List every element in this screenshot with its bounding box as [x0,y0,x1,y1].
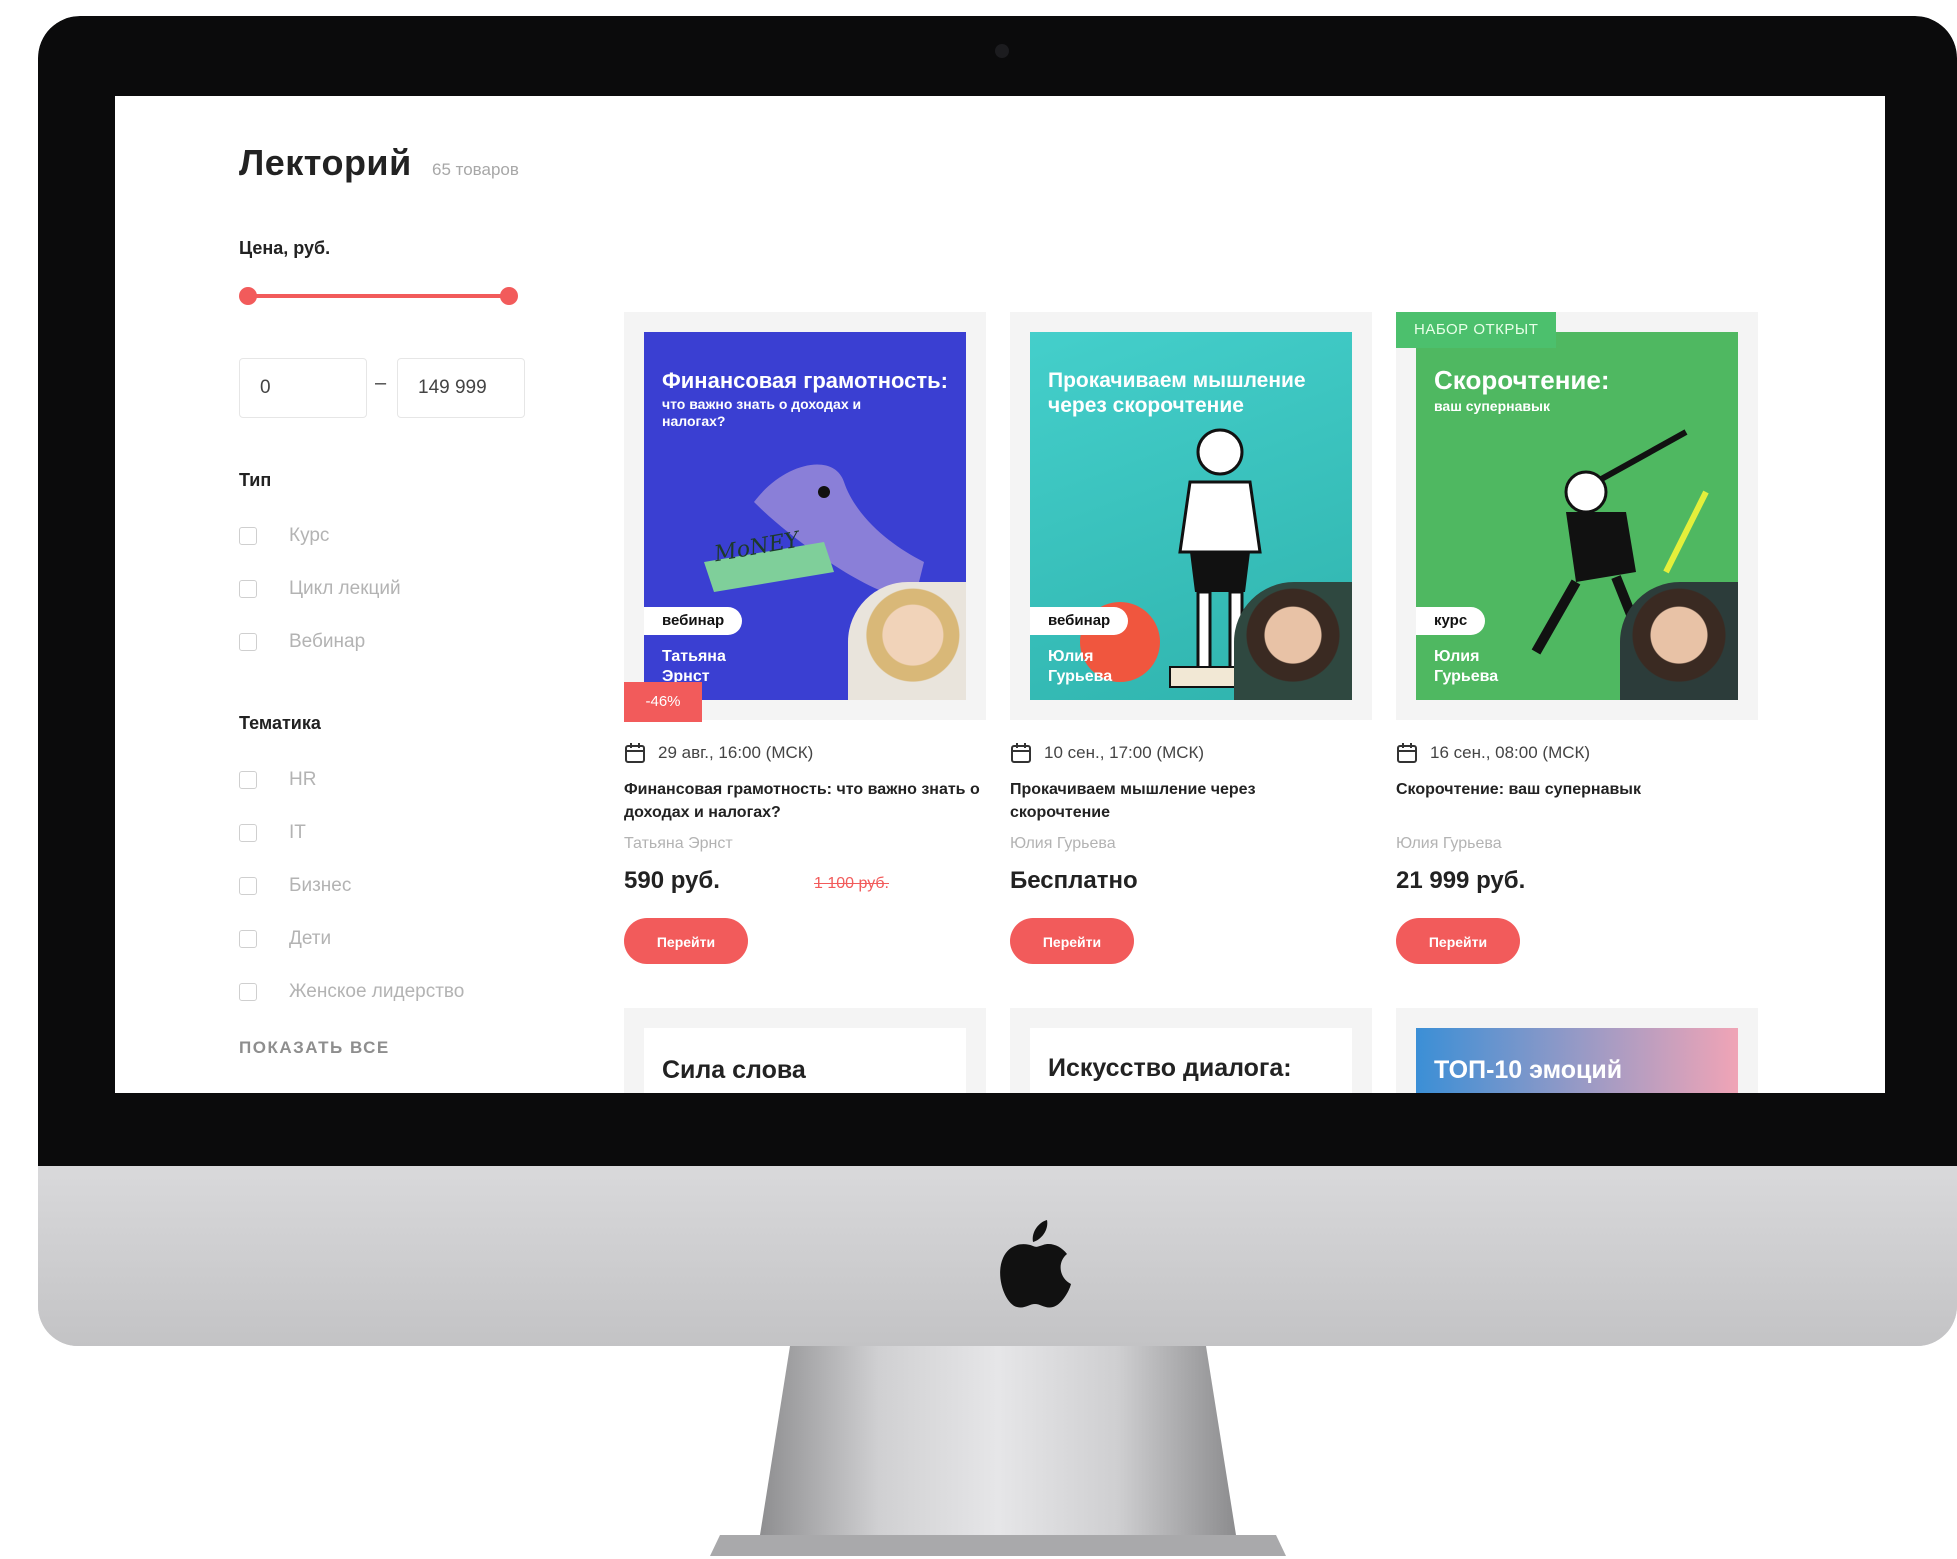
date-text: 16 сен., 08:00 (МСК) [1430,743,1591,762]
author-portrait [848,582,966,700]
checkbox[interactable] [239,580,257,598]
type-filter-heading: Тип [239,470,272,490]
card-cover-image[interactable]: Прокачиваем мышление через скорочтение в… [1030,332,1352,700]
calendar-icon [1397,743,1417,763]
old-price: 1 100 руб. [814,875,889,892]
apple-logo-icon [1000,1220,1071,1308]
card-cover-image[interactable]: Финансовая грамотность: что важно знать … [644,332,966,700]
product-card-peek[interactable]: ТОП-10 эмоций [1396,1008,1758,1093]
date-text: 10 сен., 17:00 (МСК) [1044,743,1205,762]
checkbox[interactable] [239,983,257,1001]
cover-title: Искусство диалога: [1048,1054,1292,1082]
enrollment-open-ribbon: НАБОР ОТКРЫТ [1396,312,1557,348]
course-author: Татьяна Эрнст [624,835,733,852]
course-author: Юлия Гурьева [1010,835,1116,852]
format-pill: вебинар [644,607,743,635]
topic-option-hr[interactable]: HR [239,766,316,794]
cover-subtitle: что важно знать о доходах и налогах? [662,396,862,429]
course-price: 21 999 руб. [1396,867,1526,894]
calendar-icon [1011,743,1031,763]
topic-option-women-leadership[interactable]: Женское лидерство [239,978,464,1006]
price-max-input[interactable]: 149 999 [397,358,525,418]
cover-title: Финансовая грамотность: [662,368,948,393]
option-label: Бизнес [289,875,352,896]
topic-option-it[interactable]: IT [239,819,306,847]
cover-title: Сила слова [662,1056,806,1084]
page-title: Лекторий [239,142,412,183]
event-date: 16 сен., 08:00 (МСК) [1396,742,1590,764]
price-slider-min-handle[interactable] [239,287,257,305]
date-text: 29 авг., 16:00 (МСК) [658,743,814,762]
product-count: 65 товаров [432,160,519,179]
course-price: 590 руб. [624,867,720,894]
option-label: Женское лидерство [289,981,465,1002]
price-min-input[interactable]: 0 [239,358,367,418]
topic-option-business[interactable]: Бизнес [239,872,351,900]
format-pill: курс [1416,607,1486,635]
cover-title: ТОП-10 эмоций [1434,1056,1623,1084]
cover-author: Татьяна Эрнст [662,648,726,685]
price-slider-max-handle[interactable] [500,287,518,305]
author-portrait [1620,582,1738,700]
price-filter-heading: Цена, руб. [239,238,331,258]
type-option-webinar[interactable]: Вебинар [239,628,365,656]
go-button[interactable]: Перейти [624,918,748,964]
website-screen: Лекторий 65 товаров Цена, руб. 0 – 149 9… [115,96,1885,1093]
product-card-peek[interactable]: Сила слова [624,1008,986,1093]
course-name[interactable]: Финансовая грамотность: что важно знать … [624,778,994,824]
cover-title: Скорочтение: [1434,365,1610,395]
go-button[interactable]: Перейти [1010,918,1134,964]
cover-author: Юлия Гурьева [1434,648,1499,685]
type-option-lecture-cycle[interactable]: Цикл лекций [239,575,401,603]
price-dash: – [375,372,387,394]
card-cover-image: Сила слова [644,1028,966,1093]
cover-title: Прокачиваем мышление через скорочтение [1048,369,1306,417]
checkbox[interactable] [239,771,257,789]
option-label: IT [289,822,306,843]
option-label: Цикл лекций [289,578,401,599]
product-card-peek[interactable]: Искусство диалога: [1010,1008,1372,1093]
card-cover-image[interactable]: Скорочтение: ваш супернавык курс Юлия Гу… [1416,332,1738,700]
option-label: Вебинар [289,631,366,652]
checkbox[interactable] [239,527,257,545]
card-cover-image: ТОП-10 эмоций [1416,1028,1738,1093]
calendar-icon [625,743,645,763]
cover-author: Юлия Гурьева [1048,648,1113,685]
type-option-course[interactable]: Курс [239,522,329,550]
topic-option-kids[interactable]: Дети [239,925,331,953]
author-portrait [1234,582,1352,700]
course-price: Бесплатно [1010,867,1138,894]
show-all-link[interactable]: ПОКАЗАТЬ ВСЕ [239,1038,390,1058]
course-name[interactable]: Прокачиваем мышление через скорочтение [1010,778,1300,824]
camera-dot [995,44,1009,58]
option-label: HR [289,769,317,790]
option-label: Дети [289,928,332,949]
topic-filter-heading: Тематика [239,713,321,733]
price-slider-track[interactable] [247,294,509,298]
discount-badge: -46% [624,682,702,722]
card-cover-image: Искусство диалога: [1030,1028,1352,1093]
course-author: Юлия Гурьева [1396,835,1502,852]
checkbox[interactable] [239,877,257,895]
event-date: 10 сен., 17:00 (МСК) [1010,742,1204,764]
checkbox[interactable] [239,824,257,842]
event-date: 29 авг., 16:00 (МСК) [624,742,813,764]
course-name[interactable]: Скорочтение: ваш супернавык [1396,778,1766,801]
checkbox[interactable] [239,633,257,651]
option-label: Курс [289,525,330,546]
format-pill: вебинар [1030,607,1129,635]
go-button[interactable]: Перейти [1396,918,1520,964]
checkbox[interactable] [239,930,257,948]
